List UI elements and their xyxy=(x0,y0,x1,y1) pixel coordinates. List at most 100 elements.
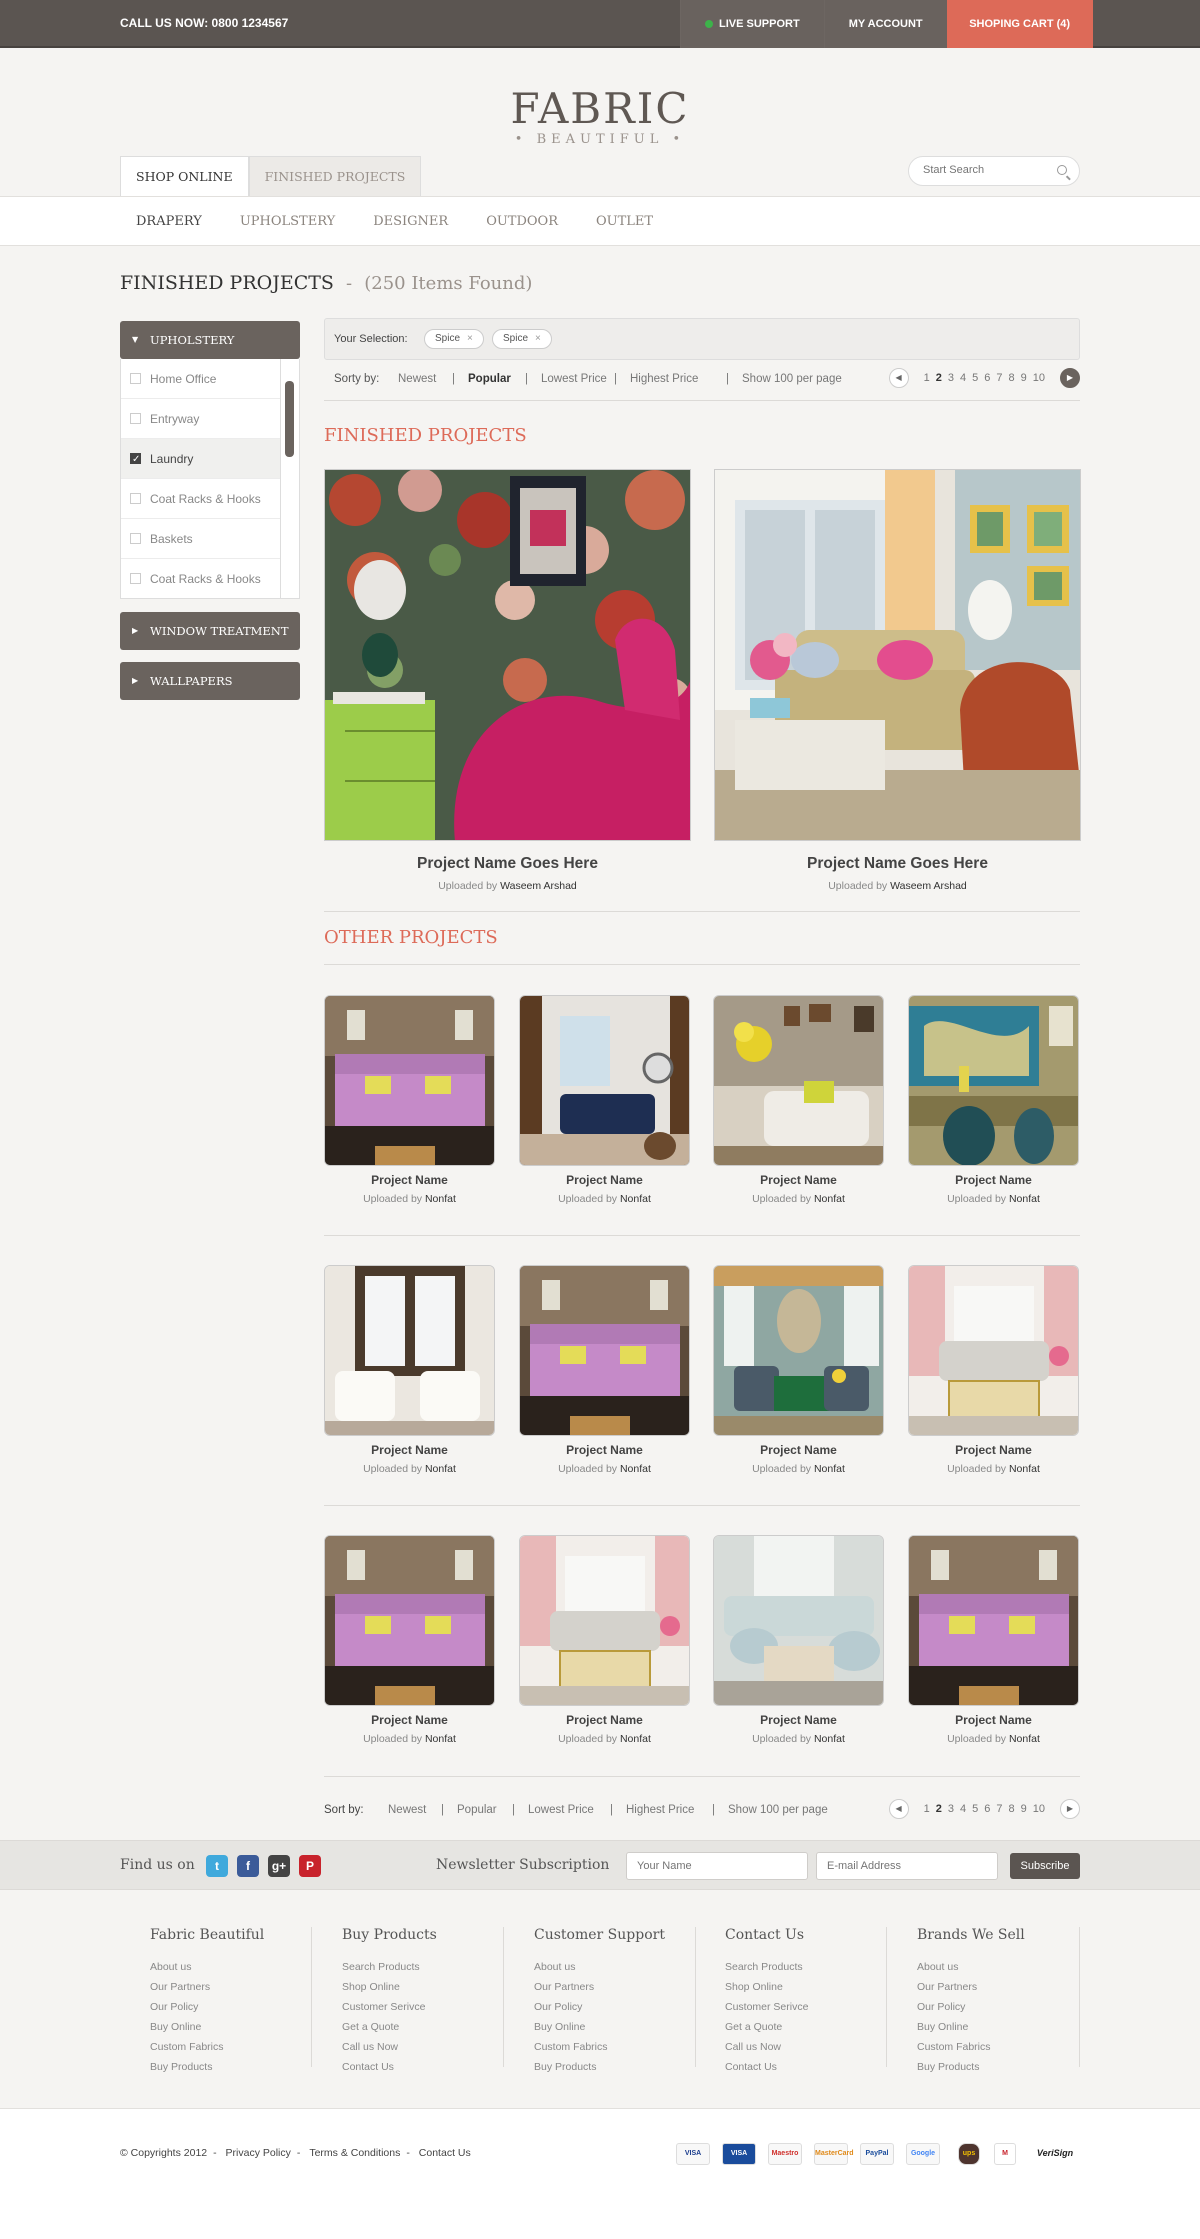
project-thumbnail[interactable] xyxy=(519,1535,690,1706)
sidebar-item-home-office[interactable]: Home Office xyxy=(121,359,281,399)
footer-link[interactable]: Search Products xyxy=(312,1957,503,1977)
author-link[interactable]: Nonfat xyxy=(620,1193,651,1205)
footer-link[interactable]: Search Products xyxy=(695,1957,886,1977)
footer-link[interactable]: Buy Products xyxy=(887,2057,1079,2077)
footer-link[interactable]: Get a Quote xyxy=(695,2017,886,2037)
sort-popular[interactable]: Popular xyxy=(457,1804,497,1816)
sort-highest-price[interactable]: Highest Price xyxy=(630,373,698,385)
sidebar-item-baskets[interactable]: Baskets xyxy=(121,519,281,559)
project-thumbnail[interactable] xyxy=(519,995,690,1166)
search-icon[interactable] xyxy=(1057,165,1067,175)
page-link[interactable]: 5 xyxy=(971,372,979,384)
newsletter-name-input[interactable] xyxy=(626,1852,808,1880)
terms-link[interactable]: Terms & Conditions xyxy=(309,2147,400,2159)
project-image-living-room[interactable] xyxy=(714,469,1081,841)
page-link[interactable]: 5 xyxy=(971,1803,979,1815)
author-link[interactable]: Nonfat xyxy=(1009,1193,1040,1205)
project-thumbnail[interactable] xyxy=(324,1265,495,1436)
footer-link[interactable]: About us xyxy=(504,1957,695,1977)
sidebar-item-laundry[interactable]: Laundry xyxy=(121,439,281,480)
page-link[interactable]: 4 xyxy=(959,1803,967,1815)
newsletter-email-input[interactable] xyxy=(816,1852,998,1880)
category-outdoor[interactable]: OUTDOOR xyxy=(486,214,558,229)
project-name[interactable]: Project Name xyxy=(324,1713,495,1727)
project-thumbnail[interactable] xyxy=(324,1535,495,1706)
filter-chip[interactable]: Spice × xyxy=(492,329,552,349)
project-name[interactable]: Project Name xyxy=(519,1173,690,1187)
checkbox[interactable] xyxy=(130,573,141,584)
tab-shop-online[interactable]: SHOP ONLINE xyxy=(120,156,249,196)
page-link[interactable]: 7 xyxy=(995,1803,1003,1815)
filter-chip[interactable]: Spice × xyxy=(424,329,484,349)
footer-link[interactable]: Custom Fabrics xyxy=(504,2037,695,2057)
page-link[interactable]: 4 xyxy=(959,372,967,384)
page-link[interactable]: 1 xyxy=(923,1803,931,1815)
footer-link[interactable]: Buy Online xyxy=(504,2017,695,2037)
footer-link[interactable]: Buy Products xyxy=(120,2057,311,2077)
author-link[interactable]: Waseem Arshad xyxy=(890,880,967,892)
checkbox[interactable] xyxy=(130,413,141,424)
project-name[interactable]: Project Name xyxy=(519,1713,690,1727)
project-name[interactable]: Project Name xyxy=(713,1173,884,1187)
footer-link[interactable]: About us xyxy=(887,1957,1079,1977)
footer-link[interactable]: Call us Now xyxy=(312,2037,503,2057)
page-link[interactable]: 3 xyxy=(947,372,955,384)
project-name[interactable]: Project Name xyxy=(908,1713,1079,1727)
author-link[interactable]: Nonfat xyxy=(814,1193,845,1205)
search-input[interactable] xyxy=(923,164,1043,176)
page-link[interactable]: 7 xyxy=(995,372,1003,384)
sidebar-item-coat-racks-2[interactable]: Coat Racks & Hooks xyxy=(121,559,281,598)
project-thumbnail[interactable] xyxy=(713,1535,884,1706)
footer-link[interactable]: Custom Fabrics xyxy=(887,2037,1079,2057)
page-link[interactable]: 1 xyxy=(923,372,931,384)
author-link[interactable]: Waseem Arshad xyxy=(500,880,577,892)
footer-link[interactable]: Shop Online xyxy=(312,1977,503,1997)
footer-link[interactable]: Customer Serivce xyxy=(312,1997,503,2017)
footer-link[interactable]: Buy Products xyxy=(504,2057,695,2077)
author-link[interactable]: Nonfat xyxy=(620,1733,651,1745)
author-link[interactable]: Nonfat xyxy=(620,1463,651,1475)
sidebar-item-coat-racks[interactable]: Coat Racks & Hooks xyxy=(121,479,281,519)
twitter-icon[interactable]: t xyxy=(206,1855,228,1877)
page-link[interactable]: 3 xyxy=(947,1803,955,1815)
project-image-floral-room[interactable] xyxy=(324,469,691,841)
footer-link[interactable]: About us xyxy=(120,1957,311,1977)
footer-link[interactable]: Call us Now xyxy=(695,2037,886,2057)
sort-highest-price[interactable]: Highest Price xyxy=(626,1804,694,1816)
close-icon[interactable]: × xyxy=(535,333,541,344)
show-per-page[interactable]: Show 100 per page xyxy=(728,1804,828,1816)
sort-lowest-price[interactable]: Lowest Price xyxy=(528,1804,594,1816)
next-page-icon[interactable]: ▶ xyxy=(1060,1799,1080,1819)
facebook-icon[interactable]: f xyxy=(237,1855,259,1877)
project-name[interactable]: Project Name xyxy=(713,1713,884,1727)
footer-link[interactable]: Our Policy xyxy=(504,1997,695,2017)
project-thumbnail[interactable] xyxy=(713,995,884,1166)
sidebar-upholstery-header[interactable]: ▼ UPHOLSTERY xyxy=(120,321,300,359)
page-link[interactable]: 9 xyxy=(1020,1803,1028,1815)
author-link[interactable]: Nonfat xyxy=(425,1733,456,1745)
footer-link[interactable]: Buy Online xyxy=(887,2017,1079,2037)
footer-link[interactable]: Shop Online xyxy=(695,1977,886,1997)
category-outlet[interactable]: OUTLET xyxy=(596,214,653,229)
contact-us-link[interactable]: Contact Us xyxy=(419,2147,471,2159)
footer-link[interactable]: Custom Fabrics xyxy=(120,2037,311,2057)
footer-link[interactable]: Contact Us xyxy=(695,2057,886,2077)
show-per-page[interactable]: Show 100 per page xyxy=(742,373,842,385)
page-link[interactable]: 6 xyxy=(983,372,991,384)
sidebar-item-entryway[interactable]: Entryway xyxy=(121,399,281,439)
project-thumbnail[interactable] xyxy=(713,1265,884,1436)
project-thumbnail[interactable] xyxy=(908,995,1079,1166)
site-logo[interactable]: FABRIC • BEAUTIFUL • xyxy=(500,88,700,148)
project-name[interactable]: Project Name xyxy=(324,1173,495,1187)
page-link[interactable]: 6 xyxy=(983,1803,991,1815)
footer-link[interactable]: Our Partners xyxy=(504,1977,695,1997)
footer-link[interactable]: Get a Quote xyxy=(312,2017,503,2037)
project-name[interactable]: Project Name Goes Here xyxy=(714,855,1081,873)
prev-page-icon[interactable]: ◀ xyxy=(888,1799,909,1819)
footer-link[interactable]: Our Policy xyxy=(120,1997,311,2017)
category-designer[interactable]: DESIGNER xyxy=(373,214,448,229)
checkbox[interactable] xyxy=(130,373,141,384)
sort-lowest-price[interactable]: Lowest Price xyxy=(541,373,607,385)
checkbox[interactable] xyxy=(130,493,141,504)
project-name[interactable]: Project Name xyxy=(908,1443,1079,1457)
